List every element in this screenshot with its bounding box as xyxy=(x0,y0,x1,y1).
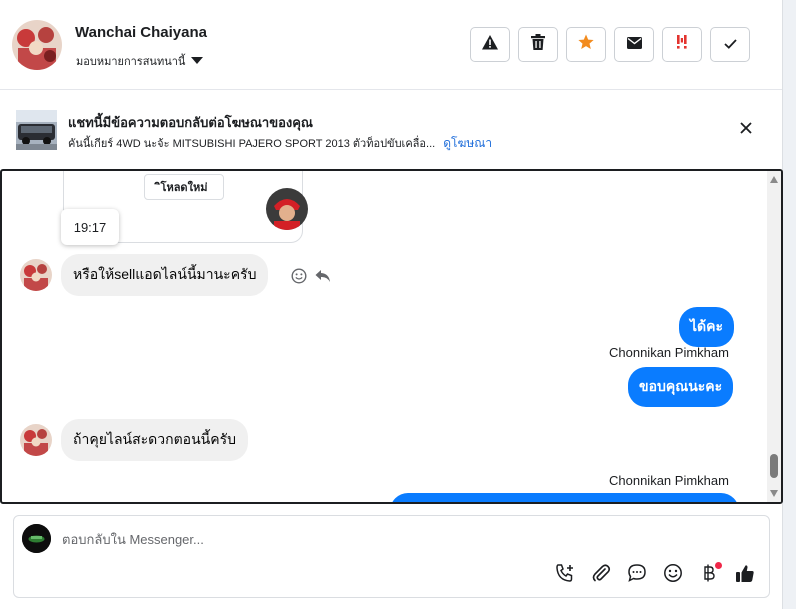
attach-button[interactable] xyxy=(590,563,612,588)
mark-done-button[interactable] xyxy=(710,27,750,62)
mail-icon xyxy=(626,36,642,54)
mark-urgent-button[interactable] xyxy=(662,27,702,62)
reload-button[interactable]: ิโหลดใหม่ xyxy=(144,174,224,200)
mark-unread-button[interactable] xyxy=(614,27,654,62)
thread-scrollbar[interactable] xyxy=(767,171,781,502)
outgoing-message[interactable]: ได้คะ xyxy=(679,307,735,347)
message-timestamp-tooltip: 19:17 xyxy=(61,209,119,245)
ad-banner-description: คันนี้เกียร์ 4WD นะจ้ะ MITSUBISHI PAJERO… xyxy=(68,134,492,153)
call-add-icon xyxy=(555,563,575,588)
close-icon xyxy=(740,121,752,139)
sender-name: Chonnikan Pimkham xyxy=(609,473,729,488)
composer-toolbar xyxy=(554,562,756,588)
view-ad-link[interactable]: ดูโฆษณา xyxy=(443,136,492,150)
outgoing-message[interactable]: ขอบคุณนะคะ xyxy=(628,367,734,407)
reply-button[interactable] xyxy=(315,269,331,288)
contact-avatar[interactable] xyxy=(12,20,62,70)
ad-description-text: คันนี้เกียร์ 4WD นะจ้ะ MITSUBISHI PAJERO… xyxy=(68,138,436,150)
thumbs-up-icon xyxy=(735,563,755,588)
urgent-icon xyxy=(674,34,690,55)
mark-spam-button[interactable] xyxy=(470,27,510,62)
emoji-button[interactable] xyxy=(662,563,684,588)
message-thread[interactable]: ิโหลดใหม่ 19:17 หรือให้sellแอดไลน์นี้มาน… xyxy=(0,169,783,504)
scroll-up-arrow-icon[interactable] xyxy=(770,176,778,183)
check-icon xyxy=(723,36,737,54)
delete-button[interactable] xyxy=(518,27,558,62)
contact-name: Wanchai Chaiyana xyxy=(75,24,207,41)
incoming-message[interactable]: ถ้าคุยไลน์สะดวกตอนนี้ครับ xyxy=(61,419,249,461)
reply-arrow-icon xyxy=(315,269,331,288)
advertiser-avatar xyxy=(266,188,308,230)
smiley-icon xyxy=(291,267,307,289)
reload-label: โหลดใหม่ xyxy=(160,182,208,194)
page-scrollbar[interactable] xyxy=(782,0,796,609)
assign-label: มอบหมายการสนทนานี้ xyxy=(76,56,186,68)
conversation-header: Wanchai Chaiyana มอบหมายการสนทนานี้ xyxy=(0,0,782,90)
call-button[interactable] xyxy=(554,563,576,588)
saved-reply-icon xyxy=(627,563,647,588)
sender-name: Chonnikan Pimkham xyxy=(609,345,729,360)
notification-dot xyxy=(715,562,722,569)
page-avatar xyxy=(22,524,51,553)
reply-input[interactable] xyxy=(62,528,742,550)
contact-avatar-small xyxy=(20,424,52,456)
star-icon xyxy=(578,34,594,55)
outgoing-message[interactable] xyxy=(390,493,739,502)
reply-composer xyxy=(13,515,770,598)
close-ad-banner-button[interactable] xyxy=(737,121,755,139)
spam-warning-icon xyxy=(482,34,498,55)
chevron-down-icon xyxy=(191,56,204,64)
conversation-actions xyxy=(470,27,750,62)
attachment-icon xyxy=(591,563,611,588)
inbox-conversation-view: Wanchai Chaiyana มอบหมายการสนทนานี้ แชทน… xyxy=(0,0,796,609)
trash-icon xyxy=(531,34,545,55)
send-like-button[interactable] xyxy=(734,564,756,586)
star-button[interactable] xyxy=(566,27,606,62)
saved-replies-button[interactable] xyxy=(626,563,648,588)
ad-thumbnail[interactable] xyxy=(16,110,57,150)
payment-button[interactable] xyxy=(698,562,722,588)
scroll-down-arrow-icon[interactable] xyxy=(770,490,778,497)
react-button[interactable] xyxy=(291,267,307,289)
emoji-icon xyxy=(663,563,683,588)
contact-avatar-small xyxy=(20,259,52,291)
ad-context-banner: แชทนี้มีข้อความตอบกลับต่อโฆษณาของคุณ คัน… xyxy=(0,90,782,169)
baht-payment-icon xyxy=(702,563,716,588)
ad-banner-title: แชทนี้มีข้อความตอบกลับต่อโฆษณาของคุณ xyxy=(68,115,313,130)
assign-conversation-dropdown[interactable]: มอบหมายการสนทนานี้ xyxy=(76,52,204,70)
incoming-message[interactable]: หรือให้sellแอดไลน์นี้มานะครับ xyxy=(61,254,269,296)
scrollbar-thumb[interactable] xyxy=(770,454,778,478)
